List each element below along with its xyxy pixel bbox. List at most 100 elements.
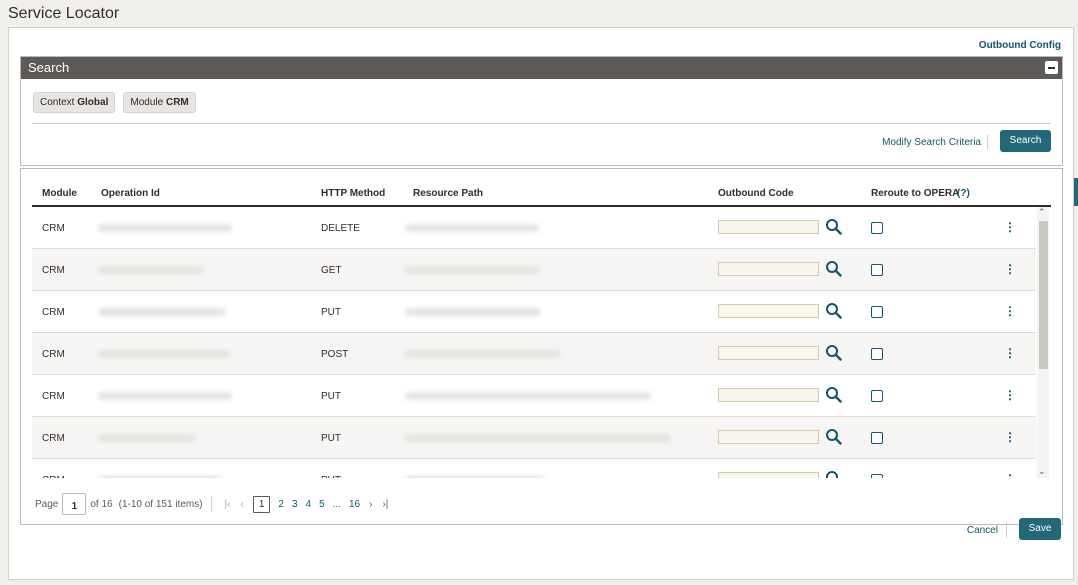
module-cell: CRM [42,433,65,444]
page-ellipsis: ... [332,498,341,510]
row-actions-icon[interactable]: ⋮ [1000,261,1020,277]
search-icon[interactable] [825,344,842,361]
http-method-cell: POST [321,349,349,360]
table-row[interactable]: CRM POST ⋮ [32,333,1036,375]
operation-id-cell [98,224,232,232]
http-method-cell: DELETE [321,223,360,234]
page-input[interactable]: 1 [62,493,87,515]
page-link[interactable]: 5 [319,499,325,510]
cancel-link[interactable]: Cancel [967,525,998,536]
collapse-icon[interactable] [1045,61,1058,74]
operation-id-cell [98,350,230,358]
resource-path-cell [405,266,539,274]
row-actions-icon[interactable]: ⋮ [1000,219,1020,235]
outbound-code-input[interactable] [718,346,819,360]
reroute-checkbox[interactable] [871,432,883,444]
row-actions-icon[interactable]: ⋮ [1000,429,1020,445]
outbound-code-input[interactable] [718,472,819,478]
module-cell: CRM [42,475,65,478]
resource-path-cell [405,392,651,400]
reroute-checkbox[interactable] [871,306,883,318]
page-link[interactable]: 16 [349,499,360,510]
page-link[interactable]: 1 [252,495,271,513]
prev-page-icon[interactable]: ‹ [240,499,243,510]
help-link[interactable]: (?) [957,188,970,199]
resource-path-cell [405,476,545,478]
table-row[interactable]: CRM PUT ⋮ [32,417,1036,459]
http-method-cell: PUT [321,433,341,444]
outbound-code-input[interactable] [718,220,819,234]
search-header-label: Search [28,60,70,75]
search-icon[interactable] [825,260,842,277]
divider [32,123,1051,124]
resource-path-cell [405,308,541,316]
col-module[interactable]: Module [42,188,77,199]
outbound-code-input[interactable] [718,262,819,276]
pagination: Page 1 of 16 (1-10 of 151 items) |‹ ‹ 1 … [35,493,393,515]
search-header[interactable]: Search [21,57,1062,79]
reroute-checkbox[interactable] [871,390,883,402]
results-panel: Module Operation Id HTTP Method Resource… [20,168,1063,525]
page-total: of 16 [90,498,113,510]
resource-path-cell [405,350,561,358]
outbound-code-input[interactable] [718,388,819,402]
table-row[interactable]: CRM PUT ⋮ [32,291,1036,333]
table-row[interactable]: CRM PUT ⋮ [32,375,1036,417]
row-actions-icon[interactable]: ⋮ [1000,387,1020,403]
vertical-scrollbar[interactable]: ⌃ ⌄ [1037,207,1049,478]
search-icon[interactable] [825,302,842,319]
table-body: CRM DELETE ⋮ CRM GET ⋮ CRM PUT ⋮ CRM POST ⋮ CRM PUT ⋮ C… [32,207,1036,478]
separator [210,496,212,512]
scroll-up-icon[interactable]: ⌃ [1038,207,1046,218]
search-button[interactable]: Search [1000,130,1051,152]
search-panel: Search Context Global Module CRM Modify … [20,56,1063,166]
module-cell: CRM [42,349,65,360]
resource-path-cell [405,434,671,442]
last-page-icon[interactable]: ›| [382,499,388,510]
search-criteria-chips: Context Global Module CRM [33,92,196,113]
table-row[interactable]: CRM PUT ⋮ [32,459,1036,478]
reroute-checkbox[interactable] [871,474,883,478]
page-label: Page [35,498,59,510]
col-outbound-code[interactable]: Outbound Code [718,188,794,199]
operation-id-cell [98,434,196,442]
page-link[interactable]: 4 [306,499,312,510]
outbound-code-input[interactable] [718,430,819,444]
row-actions-icon[interactable]: ⋮ [1000,471,1020,478]
scroll-down-icon[interactable]: ⌄ [1038,466,1046,477]
search-icon[interactable] [825,386,842,403]
search-icon[interactable] [825,218,842,235]
search-icon[interactable] [825,428,842,445]
col-resource-path[interactable]: Resource Path [413,188,483,199]
separator [1006,522,1007,538]
items-info: (1-10 of 151 items) [118,498,203,510]
save-button[interactable]: Save [1019,518,1061,540]
next-page-icon[interactable]: › [369,499,372,510]
col-reroute-to-opera[interactable]: Reroute to OPERA [871,188,959,199]
scroll-thumb[interactable] [1039,221,1048,369]
http-method-cell: PUT [321,391,341,402]
row-actions-icon[interactable]: ⋮ [1000,345,1020,361]
page-title: Service Locator [8,5,120,22]
outbound-config-link[interactable]: Outbound Config [979,40,1061,51]
http-method-cell: GET [321,265,342,276]
modify-search-criteria-link[interactable]: Modify Search Criteria [882,137,981,148]
operation-id-cell [98,476,222,478]
page-link[interactable]: 3 [292,499,298,510]
col-operation-id[interactable]: Operation Id [101,188,160,199]
outbound-code-input[interactable] [718,304,819,318]
search-icon[interactable] [825,470,842,478]
operation-id-cell [98,308,226,316]
reroute-checkbox[interactable] [871,348,883,360]
module-cell: CRM [42,307,65,318]
col-http-method[interactable]: HTTP Method [321,188,385,199]
http-method-cell: PUT [321,475,341,478]
reroute-checkbox[interactable] [871,222,883,234]
row-actions-icon[interactable]: ⋮ [1000,303,1020,319]
table-row[interactable]: CRM GET ⋮ [32,249,1036,291]
table-row[interactable]: CRM DELETE ⋮ [32,207,1036,249]
first-page-icon[interactable]: |‹ [225,499,231,510]
reroute-checkbox[interactable] [871,264,883,276]
page-link[interactable]: 2 [278,499,284,510]
resource-path-cell [405,224,539,232]
